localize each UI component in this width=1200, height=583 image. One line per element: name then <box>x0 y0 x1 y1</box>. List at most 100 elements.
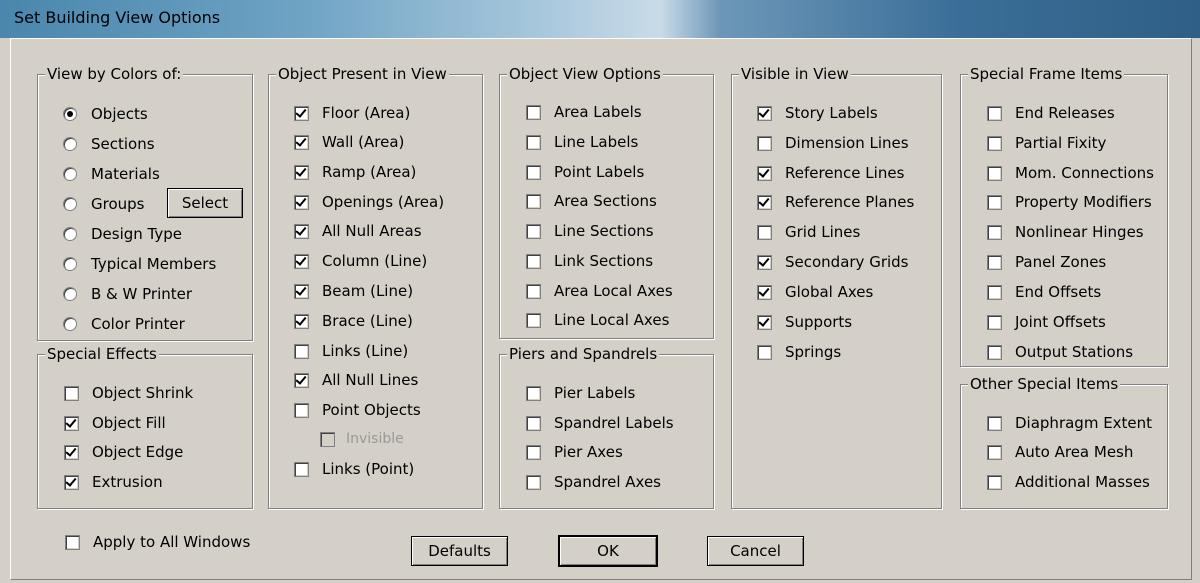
radio-button[interactable] <box>63 107 77 121</box>
checkbox[interactable] <box>294 194 309 210</box>
checkbox[interactable] <box>987 254 1002 270</box>
check-extrusion[interactable]: Extrusion <box>64 471 163 493</box>
check-ramp-area[interactable]: Ramp (Area) <box>294 161 416 183</box>
check-reference-lines[interactable]: Reference Lines <box>757 162 904 184</box>
checkbox[interactable] <box>294 343 309 359</box>
checkbox[interactable] <box>757 135 772 151</box>
checkbox[interactable] <box>757 284 772 300</box>
checkbox[interactable] <box>757 344 772 360</box>
radio-button[interactable] <box>63 317 77 331</box>
check-supports[interactable]: Supports <box>757 311 852 333</box>
check-apply-to-all-windows[interactable]: Apply to All Windows <box>65 531 250 553</box>
check-area-labels[interactable]: Area Labels <box>526 101 642 123</box>
check-point-objects[interactable]: Point Objects <box>294 399 421 421</box>
checkbox[interactable] <box>526 444 541 460</box>
checkbox[interactable] <box>526 134 541 150</box>
radio-button[interactable] <box>63 257 77 271</box>
checkbox[interactable] <box>987 284 1002 300</box>
check-wall-area[interactable]: Wall (Area) <box>294 131 404 153</box>
checkbox[interactable] <box>987 105 1002 121</box>
check-mom-connections[interactable]: Mom. Connections <box>987 162 1154 184</box>
checkbox[interactable] <box>526 312 541 328</box>
ok-button[interactable]: OK <box>558 535 658 567</box>
checkbox[interactable] <box>757 105 772 121</box>
checkbox[interactable] <box>294 313 309 329</box>
radio-design-type[interactable]: Design Type <box>63 223 182 245</box>
checkbox[interactable] <box>987 194 1002 210</box>
check-point-labels[interactable]: Point Labels <box>526 161 644 183</box>
check-beam-line[interactable]: Beam (Line) <box>294 280 413 302</box>
checkbox[interactable] <box>294 461 309 477</box>
check-auto-area-mesh[interactable]: Auto Area Mesh <box>987 441 1133 463</box>
checkbox[interactable] <box>65 534 80 550</box>
check-nonlinear-hinges[interactable]: Nonlinear Hinges <box>987 221 1144 243</box>
check-line-local-axes[interactable]: Line Local Axes <box>526 309 669 331</box>
checkbox[interactable] <box>526 283 541 299</box>
check-property-modifiers[interactable]: Property Modifiers <box>987 191 1152 213</box>
checkbox[interactable] <box>294 372 309 388</box>
check-area-sections[interactable]: Area Sections <box>526 190 657 212</box>
checkbox[interactable] <box>294 164 309 180</box>
check-object-fill[interactable]: Object Fill <box>64 412 166 434</box>
check-pier-labels[interactable]: Pier Labels <box>526 382 635 404</box>
check-object-shrink[interactable]: Object Shrink <box>64 382 193 404</box>
checkbox[interactable] <box>526 474 541 490</box>
check-end-offsets[interactable]: End Offsets <box>987 281 1101 303</box>
check-line-sections[interactable]: Line Sections <box>526 220 654 242</box>
checkbox[interactable] <box>294 253 309 269</box>
checkbox[interactable] <box>757 254 772 270</box>
checkbox[interactable] <box>294 105 309 121</box>
checkbox[interactable] <box>526 253 541 269</box>
check-spandrel-axes[interactable]: Spandrel Axes <box>526 471 661 493</box>
checkbox[interactable] <box>987 474 1002 490</box>
check-link-sections[interactable]: Link Sections <box>526 250 653 272</box>
check-all-null-lines[interactable]: All Null Lines <box>294 369 418 391</box>
checkbox[interactable] <box>526 164 541 180</box>
check-dimension-lines[interactable]: Dimension Lines <box>757 132 909 154</box>
checkbox[interactable] <box>526 223 541 239</box>
check-global-axes[interactable]: Global Axes <box>757 281 873 303</box>
check-additional-masses[interactable]: Additional Masses <box>987 471 1150 493</box>
checkbox[interactable] <box>64 385 79 401</box>
checkbox[interactable] <box>757 165 772 181</box>
check-partial-fixity[interactable]: Partial Fixity <box>987 132 1106 154</box>
check-openings-area[interactable]: Openings (Area) <box>294 191 444 213</box>
checkbox[interactable] <box>64 474 79 490</box>
check-area-local-axes[interactable]: Area Local Axes <box>526 280 673 302</box>
checkbox[interactable] <box>294 283 309 299</box>
check-diaphragm-extent[interactable]: Diaphragm Extent <box>987 412 1152 434</box>
radio-button[interactable] <box>63 167 77 181</box>
checkbox[interactable] <box>987 344 1002 360</box>
radio-sections[interactable]: Sections <box>63 133 155 155</box>
radio-button[interactable] <box>63 137 77 151</box>
check-column-line[interactable]: Column (Line) <box>294 250 427 272</box>
checkbox[interactable] <box>987 224 1002 240</box>
checkbox[interactable] <box>757 194 772 210</box>
checkbox[interactable] <box>294 402 309 418</box>
checkbox[interactable] <box>294 223 309 239</box>
checkbox[interactable] <box>526 104 541 120</box>
checkbox[interactable] <box>987 415 1002 431</box>
check-story-labels[interactable]: Story Labels <box>757 102 878 124</box>
check-springs[interactable]: Springs <box>757 341 841 363</box>
check-all-null-areas[interactable]: All Null Areas <box>294 220 422 242</box>
radio-color-printer[interactable]: Color Printer <box>63 313 185 335</box>
check-links-line[interactable]: Links (Line) <box>294 340 408 362</box>
checkbox[interactable] <box>64 444 79 460</box>
check-object-edge[interactable]: Object Edge <box>64 441 183 463</box>
check-spandrel-labels[interactable]: Spandrel Labels <box>526 412 674 434</box>
checkbox[interactable] <box>987 314 1002 330</box>
radio-typical-members[interactable]: Typical Members <box>63 253 216 275</box>
check-pier-axes[interactable]: Pier Axes <box>526 441 623 463</box>
check-links-point[interactable]: Links (Point) <box>294 458 414 480</box>
checkbox[interactable] <box>757 314 772 330</box>
select-button[interactable]: Select <box>167 188 243 218</box>
check-floor-area[interactable]: Floor (Area) <box>294 102 410 124</box>
checkbox[interactable] <box>757 224 772 240</box>
checkbox[interactable] <box>294 134 309 150</box>
checkbox[interactable] <box>987 165 1002 181</box>
check-reference-planes[interactable]: Reference Planes <box>757 191 914 213</box>
check-end-releases[interactable]: End Releases <box>987 102 1115 124</box>
radio-groups[interactable]: Groups <box>63 193 144 215</box>
cancel-button[interactable]: Cancel <box>707 536 804 566</box>
